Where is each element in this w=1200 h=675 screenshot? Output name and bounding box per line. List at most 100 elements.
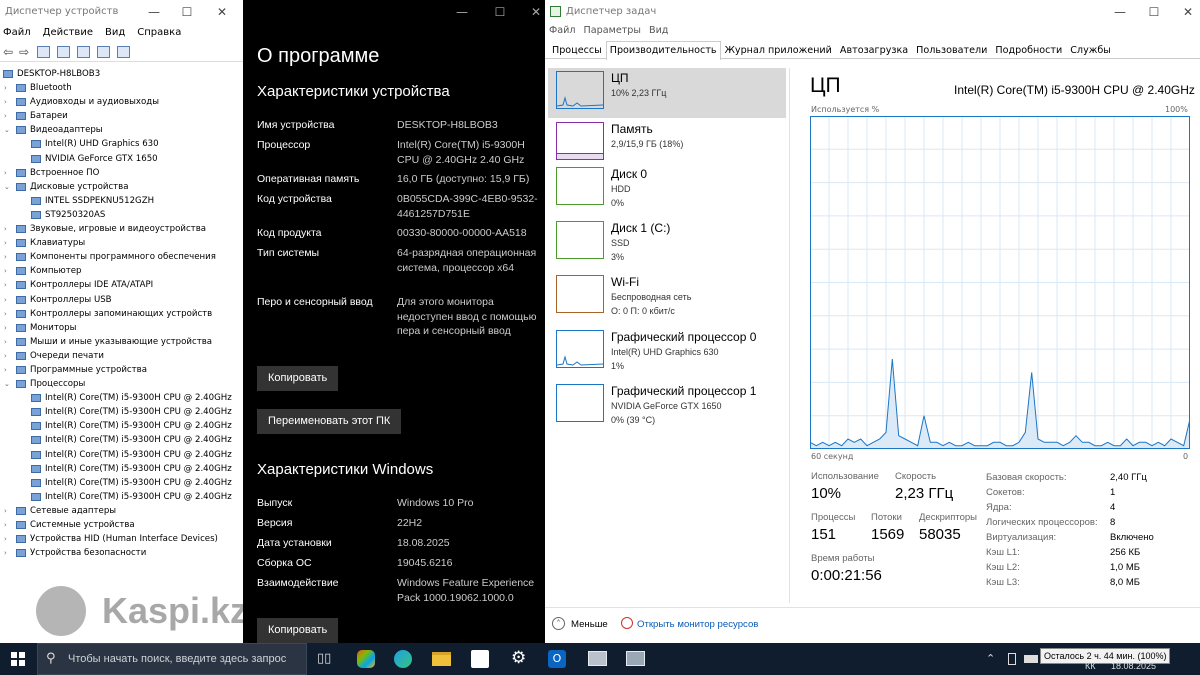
chevron-right-icon[interactable]: › xyxy=(4,166,12,180)
device-tree-item[interactable]: › Клавиатуры xyxy=(0,236,243,250)
device-tree-item[interactable]: › Очереди печати xyxy=(0,349,243,363)
chevron-right-icon[interactable]: › xyxy=(4,293,12,307)
copilot-icon[interactable] xyxy=(357,650,375,668)
chevron-right-icon[interactable]: › xyxy=(4,363,12,377)
device-tree-item[interactable]: › Встроенное ПО xyxy=(0,166,243,180)
tab-details[interactable]: Подробности xyxy=(991,41,1066,59)
copy-device-specs-button[interactable]: Копировать xyxy=(257,366,339,391)
device-tree-item[interactable]: ST9250320AS xyxy=(0,208,243,222)
resource-item[interactable]: Диск 1 (C:) SSD 3% xyxy=(548,218,786,268)
update-driver-icon[interactable] xyxy=(97,45,111,58)
minimize-button[interactable]: — xyxy=(137,0,171,24)
chevron-right-icon[interactable]: › xyxy=(4,109,12,123)
device-tree-item[interactable]: › Аудиовходы и аудиовыходы xyxy=(0,95,243,109)
chevron-down-icon[interactable]: ⌄ xyxy=(4,180,12,194)
chevron-right-icon[interactable]: › xyxy=(4,95,12,109)
device-tree-item[interactable]: INTEL SSDPEKNU512GZH xyxy=(0,194,243,208)
properties-icon[interactable] xyxy=(37,45,51,58)
device-tree-item[interactable]: › Системные устройства xyxy=(0,518,243,532)
device-tree-item[interactable]: Intel(R) Core(TM) i5-9300H CPU @ 2.40GHz xyxy=(0,405,243,419)
show-hidden-icon[interactable] xyxy=(57,45,71,58)
edge-icon[interactable] xyxy=(394,650,412,668)
tab-startup[interactable]: Автозагрузка xyxy=(836,41,912,59)
device-tree-item[interactable]: › Контроллеры USB xyxy=(0,293,243,307)
tm-menu-options[interactable]: Параметры xyxy=(584,25,641,36)
device-tree-item[interactable]: › Звуковые, игровые и видеоустройства xyxy=(0,222,243,236)
device-tree-item[interactable]: NVIDIA GeForce GTX 1650 xyxy=(0,152,243,166)
device-tree-item[interactable]: › Контроллеры IDE ATA/ATAPI xyxy=(0,278,243,292)
close-button[interactable]: ✕ xyxy=(205,0,239,24)
device-tree-item[interactable]: › Устройства безопасности xyxy=(0,546,243,560)
input-language[interactable]: КК xyxy=(1085,661,1096,671)
chevron-right-icon[interactable]: › xyxy=(4,546,12,560)
battery-icon[interactable] xyxy=(1024,655,1038,663)
tray-device-icon[interactable] xyxy=(1008,653,1016,665)
chevron-down-icon[interactable]: ⌄ xyxy=(4,123,12,137)
device-tree-item[interactable]: › Контроллеры запоминающих устройств xyxy=(0,307,243,321)
device-tree-item[interactable]: Intel(R) UHD Graphics 630 xyxy=(0,137,243,151)
tray-chevron-icon[interactable]: ⌃ xyxy=(986,652,995,665)
device-tree-item[interactable]: › Мыши и иные указывающие устройства xyxy=(0,335,243,349)
taskbar-search-box[interactable]: ⚲ Чтобы начать поиск, введите здесь запр… xyxy=(37,643,307,675)
back-icon[interactable]: ⇦ xyxy=(3,45,13,59)
menu-view[interactable]: Вид xyxy=(105,24,125,42)
settings-gear-icon[interactable]: ⚙ xyxy=(511,648,526,668)
maximize-button[interactable]: ☐ xyxy=(170,0,204,24)
tab-performance[interactable]: Производительность xyxy=(605,41,721,60)
tm-minimize-button[interactable]: — xyxy=(1103,0,1137,24)
device-tree-item[interactable]: › Компоненты программного обеспечения xyxy=(0,250,243,264)
chevron-right-icon[interactable]: › xyxy=(4,307,12,321)
resource-item[interactable]: Wi-Fi Беспроводная сеть О: 0 П: 0 кбит/с xyxy=(548,272,786,322)
about-maximize-button[interactable]: ☐ xyxy=(483,0,517,24)
device-tree-item[interactable]: › Bluetooth xyxy=(0,81,243,95)
resource-item[interactable]: Графический процессор 0 Intel(R) UHD Grap… xyxy=(548,327,786,377)
device-tree-item[interactable]: ⌄ Дисковые устройства xyxy=(0,180,243,194)
task-view-icon[interactable]: ▯▯ xyxy=(317,651,331,666)
chevron-right-icon[interactable]: › xyxy=(4,532,12,546)
chevron-right-icon[interactable]: › xyxy=(4,518,12,532)
device-tree-item[interactable]: Intel(R) Core(TM) i5-9300H CPU @ 2.40GHz xyxy=(0,391,243,405)
device-tree-item[interactable]: › Сетевые адаптеры xyxy=(0,504,243,518)
device-tree-item[interactable]: Intel(R) Core(TM) i5-9300H CPU @ 2.40GHz xyxy=(0,462,243,476)
device-tree-item[interactable]: Intel(R) Core(TM) i5-9300H CPU @ 2.40GHz xyxy=(0,490,243,504)
device-tree-item[interactable]: Intel(R) Core(TM) i5-9300H CPU @ 2.40GHz xyxy=(0,419,243,433)
device-tree-item[interactable]: Intel(R) Core(TM) i5-9300H CPU @ 2.40GHz xyxy=(0,448,243,462)
chevron-right-icon[interactable]: › xyxy=(4,236,12,250)
device-manager-taskbar-icon[interactable] xyxy=(588,651,607,666)
chevron-right-icon[interactable]: › xyxy=(4,504,12,518)
store-icon[interactable] xyxy=(471,650,489,668)
tm-menu-file[interactable]: Файл xyxy=(549,25,576,36)
device-tree-item[interactable]: › Устройства HID (Human Interface Devices… xyxy=(0,532,243,546)
chevron-right-icon[interactable]: › xyxy=(4,335,12,349)
device-tree-item[interactable]: Intel(R) Core(TM) i5-9300H CPU @ 2.40GHz xyxy=(0,476,243,490)
task-manager-taskbar-icon[interactable] xyxy=(626,651,645,666)
start-windows-icon[interactable] xyxy=(11,652,25,666)
resource-item[interactable]: Диск 0 HDD 0% xyxy=(548,164,786,214)
device-tree-item[interactable]: ⌄ Видеоадаптеры xyxy=(0,123,243,137)
device-tree-item[interactable]: › Мониторы xyxy=(0,321,243,335)
chevron-right-icon[interactable]: › xyxy=(4,250,12,264)
file-explorer-icon[interactable] xyxy=(432,652,451,666)
rename-pc-button[interactable]: Переименовать этот ПК xyxy=(257,409,402,434)
tab-services[interactable]: Службы xyxy=(1066,41,1115,59)
monitor-icon[interactable] xyxy=(117,45,131,58)
copy-windows-specs-button[interactable]: Копировать xyxy=(257,618,339,643)
chevron-right-icon[interactable]: › xyxy=(4,81,12,95)
taskbar-date[interactable]: 18.08.2025 xyxy=(1111,661,1156,671)
tm-menu-view[interactable]: Вид xyxy=(649,25,668,36)
device-tree-item[interactable]: Intel(R) Core(TM) i5-9300H CPU @ 2.40GHz xyxy=(0,433,243,447)
outlook-icon[interactable]: O xyxy=(548,650,566,668)
chevron-right-icon[interactable]: › xyxy=(4,278,12,292)
device-tree-item[interactable]: › Программные устройства xyxy=(0,363,243,377)
tab-app-history[interactable]: Журнал приложений xyxy=(721,41,836,59)
chevron-right-icon[interactable]: › xyxy=(4,349,12,363)
chevron-right-icon[interactable]: › xyxy=(4,321,12,335)
chevron-down-icon[interactable]: ⌄ xyxy=(4,377,12,391)
fewer-details-button[interactable]: Меньше xyxy=(571,619,608,630)
menu-action[interactable]: Действие xyxy=(43,24,93,42)
resource-item[interactable]: Память 2,9/15,9 ГБ (18%) xyxy=(548,119,786,169)
open-resource-monitor-link[interactable]: Открыть монитор ресурсов xyxy=(637,619,758,630)
forward-icon[interactable]: ⇨ xyxy=(19,45,29,59)
tm-close-button[interactable]: ✕ xyxy=(1171,0,1200,24)
chevron-right-icon[interactable]: › xyxy=(4,264,12,278)
